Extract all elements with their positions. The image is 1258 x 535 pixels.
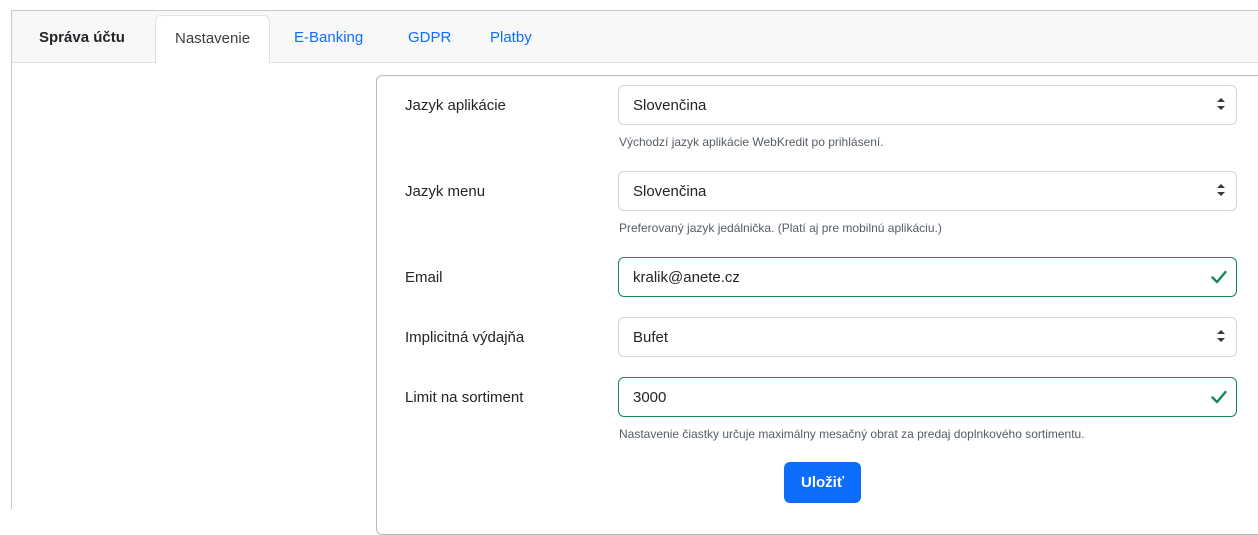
- assortment-limit-help: Nastavenie čiastky určuje maximálny mesa…: [619, 427, 1085, 441]
- email-field[interactable]: kralik@anete.cz: [618, 257, 1237, 297]
- tab-bar: Správa účtu Nastavenie E-Banking GDPR Pl…: [12, 11, 1258, 64]
- email-value: kralik@anete.cz: [633, 269, 740, 286]
- app-language-select[interactable]: Slovenčina: [618, 85, 1237, 125]
- app-language-help: Východzí jazyk aplikácie WebKredit po pr…: [619, 135, 884, 149]
- assortment-limit-field[interactable]: 3000: [618, 377, 1237, 417]
- menu-language-help: Preferovaný jazyk jedálnička. (Platí aj …: [619, 221, 942, 235]
- default-outlet-label: Implicitná výdajňa: [405, 329, 525, 346]
- check-icon: [1211, 390, 1227, 404]
- tab-gdpr[interactable]: GDPR: [408, 29, 451, 46]
- assortment-limit-value: 3000: [633, 389, 667, 406]
- tab-payments[interactable]: Platby: [490, 29, 532, 46]
- tab-e-banking[interactable]: E-Banking: [294, 29, 363, 46]
- menu-language-label: Jazyk menu: [405, 183, 486, 200]
- sort-arrows-icon: [1217, 98, 1225, 110]
- save-button[interactable]: Uložiť: [784, 462, 861, 503]
- default-outlet-value: Bufet: [633, 329, 669, 346]
- account-management-title: Správa účtu: [39, 29, 125, 46]
- email-label: Email: [405, 269, 443, 286]
- app-language-label: Jazyk aplikácie: [405, 97, 506, 114]
- sort-arrows-icon: [1217, 330, 1225, 342]
- menu-language-value: Slovenčina: [633, 183, 707, 200]
- menu-language-select[interactable]: Slovenčina: [618, 171, 1237, 211]
- assortment-limit-label: Limit na sortiment: [405, 389, 524, 406]
- sort-arrows-icon: [1217, 184, 1225, 196]
- tab-settings[interactable]: Nastavenie: [155, 15, 271, 64]
- check-icon: [1211, 270, 1227, 284]
- default-outlet-select[interactable]: Bufet: [618, 317, 1237, 357]
- app-language-value: Slovenčina: [633, 97, 707, 114]
